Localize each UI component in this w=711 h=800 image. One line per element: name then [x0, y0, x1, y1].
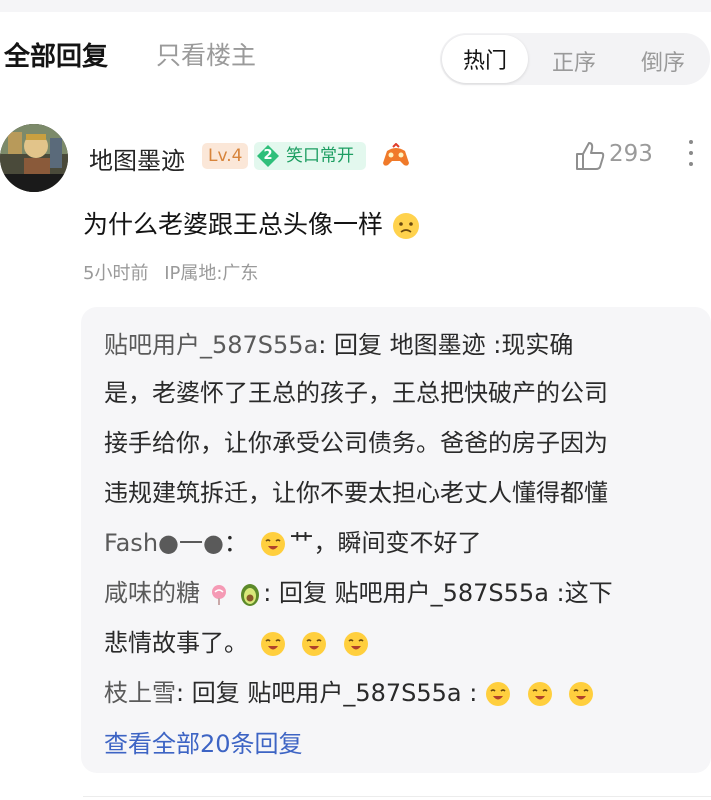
sub-reply-2[interactable]: Fash●一●： 艹，瞬间变不好了: [104, 523, 482, 558]
post-ip: IP属地:广东: [164, 263, 259, 284]
tab-op-only[interactable]: 只看楼主: [156, 36, 256, 72]
level-badge: Lv.4: [202, 143, 249, 169]
laugh-emoji-icon: [302, 632, 327, 656]
avatar[interactable]: [0, 124, 68, 192]
laugh-emoji-icon: [569, 682, 594, 706]
sub-reply-3[interactable]: 咸味的糖 : 回复 贴吧用户_587S55a :这下: [104, 573, 613, 608]
laugh-emoji-icon: [343, 632, 368, 656]
post-username[interactable]: 地图墨迹: [89, 141, 185, 176]
sub-reply-3-line1: : 回复 贴吧用户_587S55a :这下: [263, 579, 613, 607]
top-separator: [0, 0, 711, 12]
sub-reply-4[interactable]: 枝上雪: 回复 贴吧用户_587S55a :: [104, 673, 594, 708]
avocado-icon: [241, 584, 260, 606]
reply-header: 全部回复 只看楼主 热门 正序 倒序: [0, 12, 711, 96]
title-badge: 2 笑口常开: [254, 142, 366, 170]
comment-text: 为什么老婆跟王总头像一样: [83, 205, 421, 241]
sort-segmented-control: 热门 正序 倒序: [440, 33, 710, 85]
post-time: 5小时前: [83, 263, 149, 284]
sub-reply-3-line2-row: 悲情故事了。: [104, 623, 369, 658]
sub-reply-1-line1: : 回复 地图墨迹 :现实确: [318, 331, 574, 359]
sort-asc-button[interactable]: 正序: [552, 45, 596, 77]
sort-hot-button[interactable]: 热门: [442, 35, 528, 83]
sort-desc-button[interactable]: 倒序: [641, 45, 685, 77]
laugh-emoji-icon: [260, 532, 285, 556]
like-count: 293: [609, 141, 653, 167]
laugh-emoji-icon: [486, 682, 510, 706]
sub-reply-3-user[interactable]: 咸味的糖: [104, 579, 200, 607]
sub-reply-1[interactable]: 贴吧用户_587S55a: 回复 地图墨迹 :现实确: [104, 325, 573, 360]
sub-reply-1-user[interactable]: 贴吧用户_587S55a: [104, 331, 318, 359]
sub-reply-2-text: 艹，瞬间变不好了: [289, 529, 482, 557]
sub-reply-4-text: : 回复 贴吧用户_587S55a :: [176, 679, 478, 707]
lollipop-icon: [211, 585, 226, 605]
more-options-icon[interactable]: [688, 140, 694, 170]
gamepad-icon: [383, 143, 409, 166]
view-all-replies-link[interactable]: 查看全部20条回复: [104, 724, 303, 759]
sub-reply-1-line3: 接手给你，让你承受公司债务。爸爸的房子因为: [104, 429, 608, 457]
sub-reply-1-line2: 是，老婆怀了王总的孩子，王总把快破产的公司: [104, 379, 608, 407]
sad-face-emoji-icon: [392, 213, 419, 239]
divider: [83, 796, 711, 797]
title-badge-text: 笑口常开: [286, 146, 354, 166]
post-meta: 5小时前 IP属地:广东: [83, 259, 268, 285]
sub-reply-3-line2: 悲情故事了。: [104, 629, 248, 657]
like-icon[interactable]: [574, 140, 606, 172]
sub-reply-2-user[interactable]: Fash●一●: [104, 529, 224, 557]
tab-all-replies[interactable]: 全部回复: [4, 36, 108, 73]
laugh-emoji-icon: [260, 632, 285, 656]
title-badge-level: 2: [263, 148, 273, 163]
laugh-emoji-icon: [527, 682, 552, 706]
sub-reply-4-user[interactable]: 枝上雪: [104, 679, 176, 707]
comment-content: 为什么老婆跟王总头像一样: [83, 210, 384, 239]
sub-reply-1-line4: 违规建筑拆迁，让你不要太担心老丈人懂得都懂: [104, 479, 608, 507]
